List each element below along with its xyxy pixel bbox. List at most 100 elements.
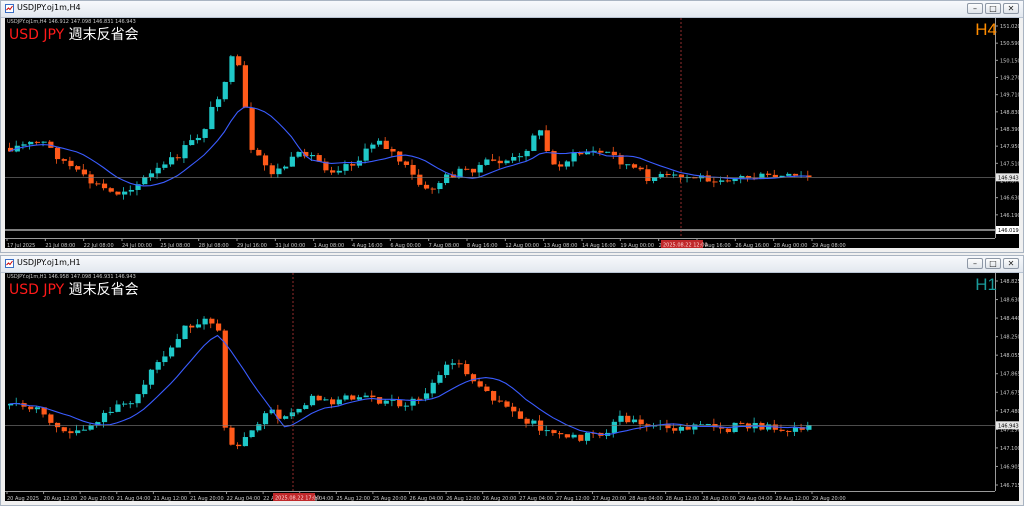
candle-body xyxy=(725,428,731,433)
candlestick-chart-svg[interactable]: 148.825 148.630 148.440 148.250 148.055 147.8… xyxy=(5,273,1019,501)
candle-body xyxy=(437,183,443,190)
time-tick-label: 21 Aug 12:00 xyxy=(153,496,187,501)
candle-body xyxy=(779,429,785,431)
time-tick-label: 28 Jul 08:00 xyxy=(199,243,229,248)
price-tick-label: 147.100 xyxy=(1000,446,1019,452)
candle-body xyxy=(283,166,289,169)
candle-body xyxy=(215,99,222,107)
price-tick-label: 146.715 xyxy=(1000,483,1019,489)
minimize-button[interactable]: – xyxy=(967,3,983,14)
maximize-button[interactable]: □ xyxy=(985,258,1001,269)
candle-body xyxy=(477,381,483,387)
price-tick-label: 147.865 xyxy=(1000,372,1019,378)
candle-body xyxy=(189,325,195,328)
candle-body xyxy=(618,415,624,422)
symbol-label: USD JPY xyxy=(9,282,65,298)
candle-body xyxy=(423,184,430,189)
candle-body xyxy=(182,325,188,340)
candle-body xyxy=(524,150,530,157)
candle-body xyxy=(236,444,242,447)
timeframe-label: H4 xyxy=(975,20,997,39)
candle-body xyxy=(658,173,664,178)
candle-body xyxy=(725,180,731,182)
time-tick-label: 29 Aug 04:00 xyxy=(739,496,773,501)
candle-body xyxy=(739,422,745,424)
candle-body xyxy=(444,364,450,376)
candle-body xyxy=(745,175,752,179)
time-tick-label: 14 Aug 16:00 xyxy=(582,243,616,248)
candle-body xyxy=(309,155,316,157)
time-tick-label: 28 Aug 00:00 xyxy=(774,243,808,248)
chart-window-h4[interactable]: USDJPY.oj1m,H4 – □ ✕ 151.020 150.590 150.1… xyxy=(0,0,1024,253)
candle-body xyxy=(484,159,490,165)
candle-body xyxy=(551,430,557,434)
time-tick-label: 26 Aug 04:00 xyxy=(410,496,444,501)
chart-label: USD JPY 週末反省会 xyxy=(9,279,139,299)
candle-body xyxy=(195,137,202,141)
candle-body xyxy=(544,130,550,152)
candle-body xyxy=(296,408,302,413)
time-tick-label: 12 Aug 00:00 xyxy=(505,243,539,248)
candle-body xyxy=(383,140,389,150)
candle-body xyxy=(303,405,309,409)
candle-body xyxy=(283,416,289,419)
time-tick-label: 29 Aug 20:00 xyxy=(812,496,846,501)
candle-body xyxy=(464,168,470,170)
caption-label: 週末反省会 xyxy=(68,27,139,43)
time-tick-label: 26 Aug 12:00 xyxy=(446,496,480,501)
candle-body xyxy=(383,400,389,404)
candle-body xyxy=(175,339,181,348)
time-tick-label: 28 Aug 04:00 xyxy=(629,496,663,501)
price-chart[interactable]: 151.020 150.590 150.150 149.270 149.710 148.8… xyxy=(5,18,1019,248)
candle-body xyxy=(88,174,94,184)
close-button[interactable]: ✕ xyxy=(1003,3,1019,14)
chart-window-h1[interactable]: USDJPY.oj1m,H1 – □ ✕ 148.825 148.630 148.4… xyxy=(0,255,1024,506)
candle-body xyxy=(625,164,631,166)
candle-body xyxy=(215,323,222,331)
close-button[interactable]: ✕ xyxy=(1003,258,1019,269)
candle-body xyxy=(195,324,202,328)
candle-body xyxy=(564,434,570,438)
time-tick-label: 25 Aug 20:00 xyxy=(373,496,407,501)
window-titlebar[interactable]: USDJPY.oj1m,H4 – □ ✕ xyxy=(1,1,1023,18)
candle-body xyxy=(631,164,638,168)
price-chart[interactable]: 148.825 148.630 148.440 148.250 148.055 147.8… xyxy=(5,273,1019,501)
candle-body xyxy=(343,164,349,171)
candle-body xyxy=(444,174,450,184)
candle-body xyxy=(21,144,27,146)
time-tick-label: 27 Aug 12:00 xyxy=(556,496,590,501)
candle-body xyxy=(766,173,772,175)
price-tick-label: 147.675 xyxy=(1000,390,1019,396)
current-price-label: 146.943 xyxy=(998,423,1019,429)
time-tick-label: 21 Aug 20:00 xyxy=(190,496,224,501)
candle-body xyxy=(68,431,74,434)
horizontal-line-label: 146.019 xyxy=(998,228,1019,234)
maximize-button[interactable]: □ xyxy=(985,3,1001,14)
candle-body xyxy=(564,161,570,167)
candle-body xyxy=(571,434,577,438)
candle-body xyxy=(75,430,81,434)
candle-body xyxy=(484,386,490,392)
candlestick-chart-svg[interactable]: 151.020 150.590 150.150 149.270 149.710 148.8… xyxy=(5,18,1019,248)
candle-body xyxy=(417,174,423,185)
candle-body xyxy=(336,170,342,173)
candle-body xyxy=(678,174,685,178)
candle-body xyxy=(638,167,644,170)
time-tick-label: 29 Aug 08:00 xyxy=(812,243,846,248)
time-tick-label: 27 Aug 20:00 xyxy=(592,496,626,501)
candle-body xyxy=(309,395,316,406)
price-tick-label: 147.510 xyxy=(1000,161,1019,167)
candle-body xyxy=(497,160,503,164)
minimize-button[interactable]: – xyxy=(967,258,983,269)
window-titlebar[interactable]: USDJPY.oj1m,H1 – □ ✕ xyxy=(1,256,1023,273)
candle-body xyxy=(631,419,638,423)
candle-body xyxy=(81,169,87,175)
candle-body xyxy=(189,140,195,146)
candle-body xyxy=(672,174,678,176)
candle-body xyxy=(142,384,148,395)
price-tick-label: 146.905 xyxy=(1000,464,1019,470)
candle-body xyxy=(229,427,235,445)
candle-body xyxy=(403,161,409,165)
candle-body xyxy=(350,164,356,166)
candle-body xyxy=(169,157,175,165)
